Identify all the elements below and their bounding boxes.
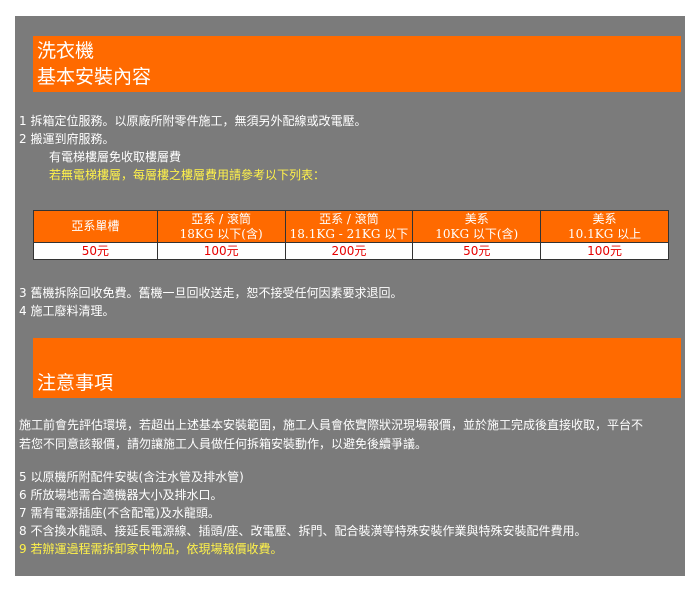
table-header-row: 亞系單槽 亞系 / 滾筒 18KG 以下(含) 亞系 / 滾筒 18.1KG -…: [33, 210, 669, 243]
table-header-cell: 亞系單槽: [33, 210, 158, 243]
price-cell: 50元: [33, 242, 158, 260]
section-header-notes: 注意事項: [33, 338, 681, 398]
sub-line-elevator: 有電梯樓層免收取樓層費: [49, 150, 182, 164]
list-item: 2 搬運到府服務。: [19, 132, 115, 146]
installation-list: 1 拆箱定位服務。以原廠所附零件施工，無須另外配線或改電壓。 2 搬運到府服務。…: [19, 112, 366, 184]
table-row: 50元 100元 200元 50元 100元: [33, 242, 669, 260]
price-cell: 100元: [156, 242, 286, 260]
list-item: 4 施工廢料清理。: [19, 304, 115, 318]
notes-paragraph: 施工前會先評估環境，若超出上述基本安裝範圍，施工人員會依實際狀況現場報價，並於施…: [19, 416, 683, 454]
table-header-cell: 美系 10KG 以下(含): [412, 210, 542, 243]
table-header-cell: 亞系 / 滾筒 18.1KG - 21KG 以下: [284, 210, 414, 243]
product-title: 洗衣機: [37, 40, 95, 62]
table-header-cell: 亞系 / 滾筒 18KG 以下(含): [156, 210, 286, 243]
list-item: 1 拆箱定位服務。以原廠所附零件施工，無須另外配線或改電壓。: [19, 114, 367, 128]
section-title-installation: 基本安裝內容: [37, 66, 152, 88]
sub-line-no-elevator: 若無電梯樓層，每層樓之樓層費用請參考以下列表：: [49, 168, 326, 182]
section-title-notes: 注意事項: [37, 372, 114, 394]
list-item: 5 以原機所附配件安裝(含注水管及排水管): [19, 470, 244, 484]
price-cell: 100元: [540, 242, 669, 260]
installation-list-continued: 3 舊機拆除回收免費。舊機一旦回收送走，恕不接受任何因素要求退回。 4 施工廢料…: [19, 284, 402, 320]
list-item: 8 不含換水龍頭、接延長電源線、插頭/座、改電壓、拆門、配合裝潢等特殊安裝作業與…: [19, 524, 587, 538]
price-cell: 200元: [284, 242, 414, 260]
section-header-installation: 洗衣機 基本安裝內容: [33, 36, 681, 92]
list-item-highlight: 9 若辦運過程需拆卸家中物品，依現場報價收費。: [19, 542, 283, 556]
note-line: 施工前會先評估環境，若超出上述基本安裝範圍，施工人員會依實際狀況現場報價，並於施…: [19, 418, 644, 432]
list-item: 7 需有電源插座(不含配電)及水龍頭。: [19, 506, 220, 520]
note-line: 若您不同意該報價，請勿讓施工人員做任何拆箱安裝動作，以避免後續爭議。: [19, 437, 428, 451]
floor-fee-table: 亞系單槽 亞系 / 滾筒 18KG 以下(含) 亞系 / 滾筒 18.1KG -…: [33, 210, 669, 260]
price-cell: 50元: [412, 242, 542, 260]
list-item: 3 舊機拆除回收免費。舊機一旦回收送走，恕不接受任何因素要求退回。: [19, 286, 403, 300]
table-header-cell: 美系 10.1KG 以上: [540, 210, 669, 243]
content-panel: 洗衣機 基本安裝內容 1 拆箱定位服務。以原廠所附零件施工，無須另外配線或改電壓…: [15, 16, 685, 576]
list-item: 6 所放場地需合適機器大小及排水口。: [19, 488, 223, 502]
notes-list: 5 以原機所附配件安裝(含注水管及排水管) 6 所放場地需合適機器大小及排水口。…: [19, 468, 587, 558]
